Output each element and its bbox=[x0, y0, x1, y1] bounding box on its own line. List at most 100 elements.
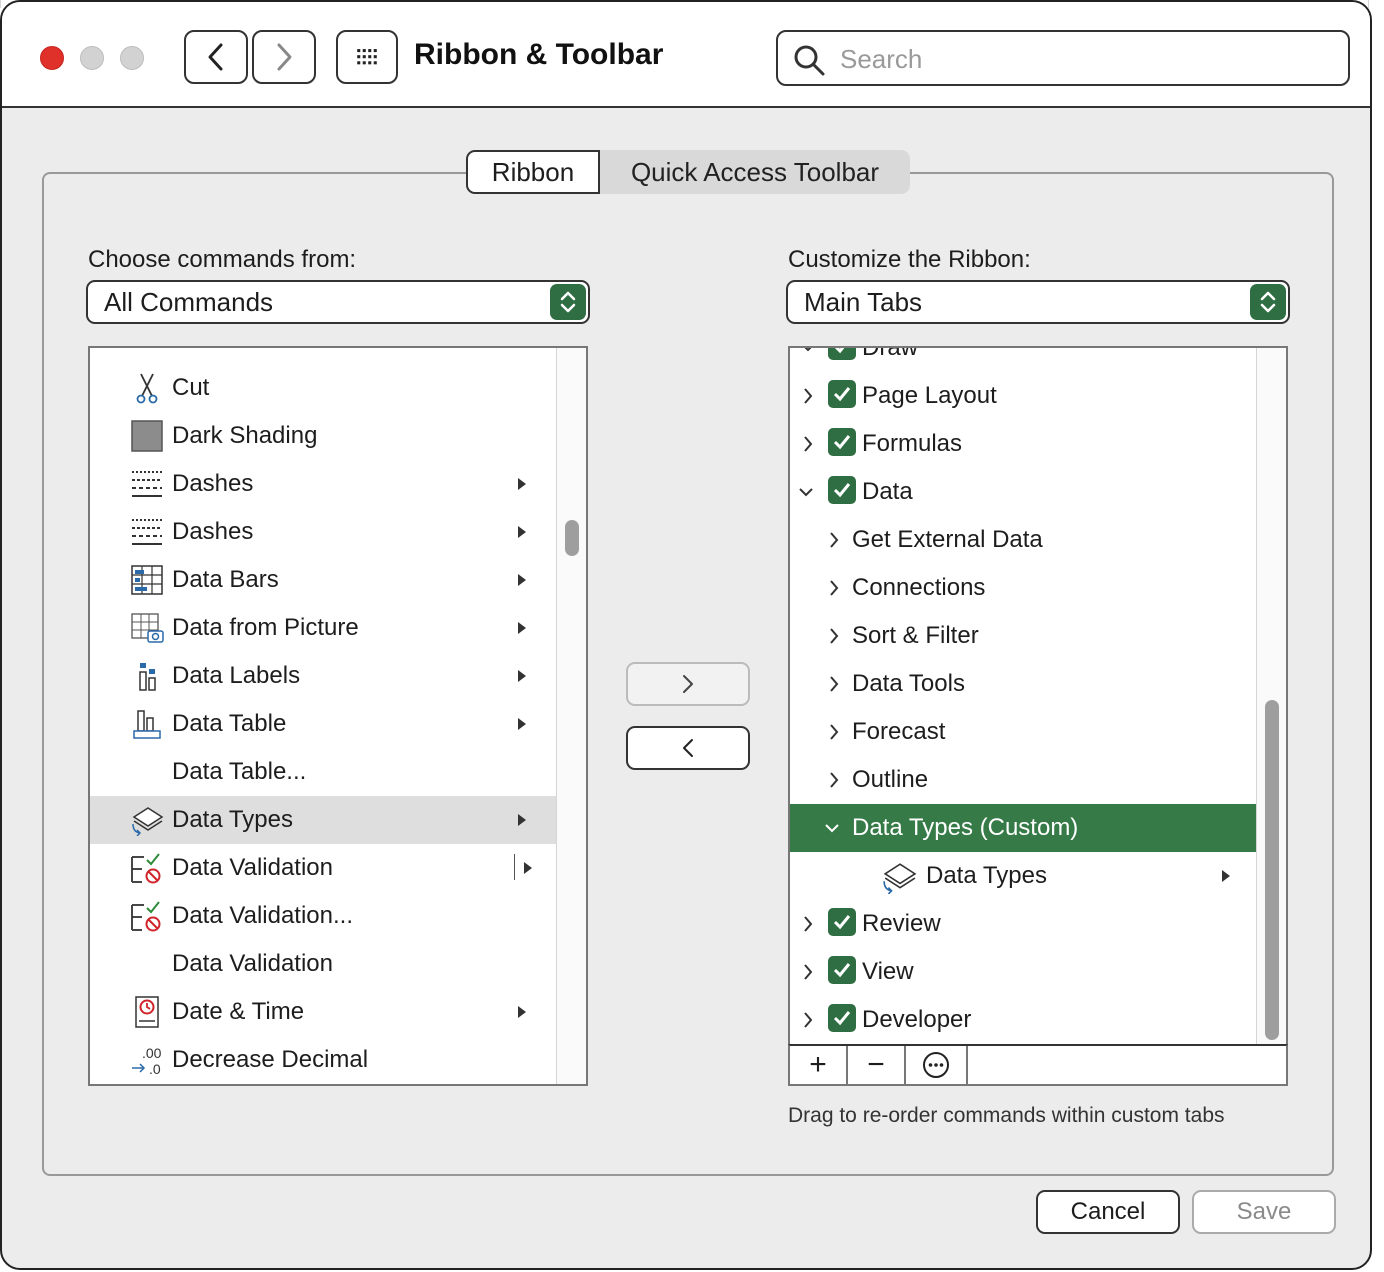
checkbox[interactable] bbox=[828, 908, 856, 936]
search-field[interactable] bbox=[776, 30, 1350, 86]
list-item[interactable]: Data from Picture bbox=[90, 604, 586, 652]
dark-shading-icon bbox=[131, 420, 163, 452]
chevron-right-icon bbox=[804, 916, 813, 932]
commands-list[interactable]: Cut Dark Shading Dashes Dashes Data Bars… bbox=[88, 346, 588, 1086]
tree-item-label: Sort & Filter bbox=[852, 622, 979, 649]
tree-item[interactable]: Draw bbox=[790, 348, 1256, 372]
cancel-button[interactable]: Cancel bbox=[1036, 1190, 1180, 1234]
list-item-label: Decrease Decimal bbox=[172, 1046, 369, 1073]
tree-item[interactable]: Connections bbox=[790, 564, 1256, 612]
tree-item[interactable]: Data bbox=[790, 468, 1256, 516]
tree-item-label: Data bbox=[862, 478, 913, 505]
minimize-window-button[interactable] bbox=[80, 46, 104, 70]
tab-segmented-control: Ribbon Quick Access Toolbar bbox=[466, 150, 910, 194]
close-window-button[interactable] bbox=[40, 46, 64, 70]
checkbox[interactable] bbox=[828, 956, 856, 984]
save-button[interactable]: Save bbox=[1192, 1190, 1336, 1234]
tree-item[interactable]: Data Tools bbox=[790, 660, 1256, 708]
tree-item[interactable]: Get External Data bbox=[790, 516, 1256, 564]
checkmark-icon bbox=[833, 963, 851, 978]
scrollbar-thumb[interactable] bbox=[565, 520, 579, 556]
tree-item-label: Get External Data bbox=[852, 526, 1043, 553]
checkbox[interactable] bbox=[828, 380, 856, 408]
ribbon-tree[interactable]: Draw Page Layout Formulas Data Get Exter… bbox=[788, 346, 1288, 1046]
tree-item[interactable]: Outline bbox=[790, 756, 1256, 804]
show-all-button[interactable] bbox=[336, 30, 398, 84]
tree-item[interactable]: Sort & Filter bbox=[790, 612, 1256, 660]
add-tab-button[interactable]: + bbox=[790, 1046, 848, 1084]
submenu-arrow-icon bbox=[524, 862, 532, 874]
list-item-label: Data Table... bbox=[172, 758, 307, 785]
chevron-down-icon bbox=[825, 824, 839, 833]
checkmark-icon bbox=[833, 483, 851, 498]
checkbox[interactable] bbox=[828, 428, 856, 456]
submenu-arrow-icon bbox=[518, 814, 526, 826]
list-item-label: Date & Time bbox=[172, 998, 305, 1025]
tree-item[interactable]: View bbox=[790, 948, 1256, 996]
list-item[interactable]: Data Labels bbox=[90, 652, 586, 700]
list-item-label: Data Labels bbox=[172, 662, 301, 689]
list-item[interactable]: Data Validation... bbox=[90, 892, 586, 940]
search-input[interactable] bbox=[838, 40, 1322, 78]
ribbon-tree-scrollbar[interactable] bbox=[1256, 348, 1286, 1044]
back-button[interactable] bbox=[184, 30, 248, 84]
tree-item[interactable]: Developer bbox=[790, 996, 1256, 1044]
tree-item-selected[interactable]: Data Types (Custom) bbox=[790, 804, 1256, 852]
chevron-left-icon bbox=[208, 43, 223, 71]
remove-tab-button[interactable]: − bbox=[848, 1046, 906, 1084]
checkbox[interactable] bbox=[828, 348, 856, 360]
checkbox[interactable] bbox=[828, 1004, 856, 1032]
submenu-arrow-icon bbox=[518, 478, 526, 490]
tree-item[interactable]: Formulas bbox=[790, 420, 1256, 468]
list-item[interactable]: Dashes bbox=[90, 508, 586, 556]
checkmark-icon bbox=[833, 387, 851, 402]
list-item[interactable]: Cut bbox=[90, 364, 586, 412]
list-item-selected[interactable]: Data Types bbox=[90, 796, 586, 844]
commands-list-scrollbar[interactable] bbox=[556, 348, 586, 1084]
more-options-button[interactable] bbox=[906, 1046, 968, 1084]
svg-text:.00: .00 bbox=[142, 1045, 162, 1061]
tree-item[interactable]: Data Types bbox=[790, 852, 1256, 900]
data-types-icon bbox=[132, 807, 164, 836]
choose-commands-dropdown[interactable]: All Commands bbox=[86, 280, 590, 324]
chevron-right-icon bbox=[830, 724, 839, 740]
data-labels-icon bbox=[139, 663, 156, 691]
submenu-arrow-icon bbox=[518, 1006, 526, 1018]
tree-item[interactable]: Review bbox=[790, 900, 1256, 948]
tree-item[interactable]: Page Layout bbox=[790, 372, 1256, 420]
customize-ribbon-dropdown[interactable]: Main Tabs bbox=[786, 280, 1290, 324]
customize-ribbon-label: Customize the Ribbon: bbox=[788, 246, 1031, 273]
chevron-right-icon bbox=[804, 1012, 813, 1028]
checkbox[interactable] bbox=[828, 476, 856, 504]
tree-item-label: Data Types bbox=[926, 862, 1047, 889]
up-down-chevron-icon bbox=[1260, 291, 1276, 313]
tree-item-label: Data Types (Custom) bbox=[852, 814, 1079, 841]
list-item[interactable]: Data Table... bbox=[90, 748, 586, 796]
reorder-hint: Drag to re-order commands within custom … bbox=[788, 1104, 1225, 1127]
tree-item[interactable]: Forecast bbox=[790, 708, 1256, 756]
scissors-icon bbox=[136, 373, 158, 404]
tab-ribbon[interactable]: Ribbon bbox=[466, 150, 600, 194]
remove-from-ribbon-button[interactable] bbox=[626, 726, 750, 770]
list-item[interactable]: Dark Shading bbox=[90, 412, 586, 460]
forward-button[interactable] bbox=[252, 30, 316, 84]
list-item-label: Data from Picture bbox=[172, 614, 359, 641]
add-to-ribbon-button[interactable] bbox=[626, 662, 750, 706]
list-item[interactable]: Date & Time bbox=[90, 988, 586, 1036]
data-validation-icon bbox=[131, 901, 161, 932]
list-item[interactable]: Data Bars bbox=[90, 556, 586, 604]
svg-text:.0: .0 bbox=[149, 1061, 161, 1076]
list-item[interactable]: Dashes bbox=[90, 460, 586, 508]
list-item[interactable]: Data Validation bbox=[90, 844, 586, 892]
chevron-down-icon bbox=[804, 348, 812, 352]
submenu-arrow-icon bbox=[518, 574, 526, 586]
list-item-label: Dashes bbox=[172, 518, 254, 545]
scrollbar-thumb[interactable] bbox=[1265, 700, 1279, 1040]
list-item[interactable]: Data Table bbox=[90, 700, 586, 748]
list-item[interactable]: .00 .0 Decrease Decimal bbox=[90, 1036, 586, 1084]
tab-quick-access-toolbar[interactable]: Quick Access Toolbar bbox=[600, 150, 910, 194]
zoom-window-button[interactable] bbox=[120, 46, 144, 70]
list-item[interactable]: Data Validation bbox=[90, 940, 586, 988]
data-from-picture-icon bbox=[131, 613, 164, 643]
tree-item-label: Developer bbox=[862, 1006, 972, 1033]
